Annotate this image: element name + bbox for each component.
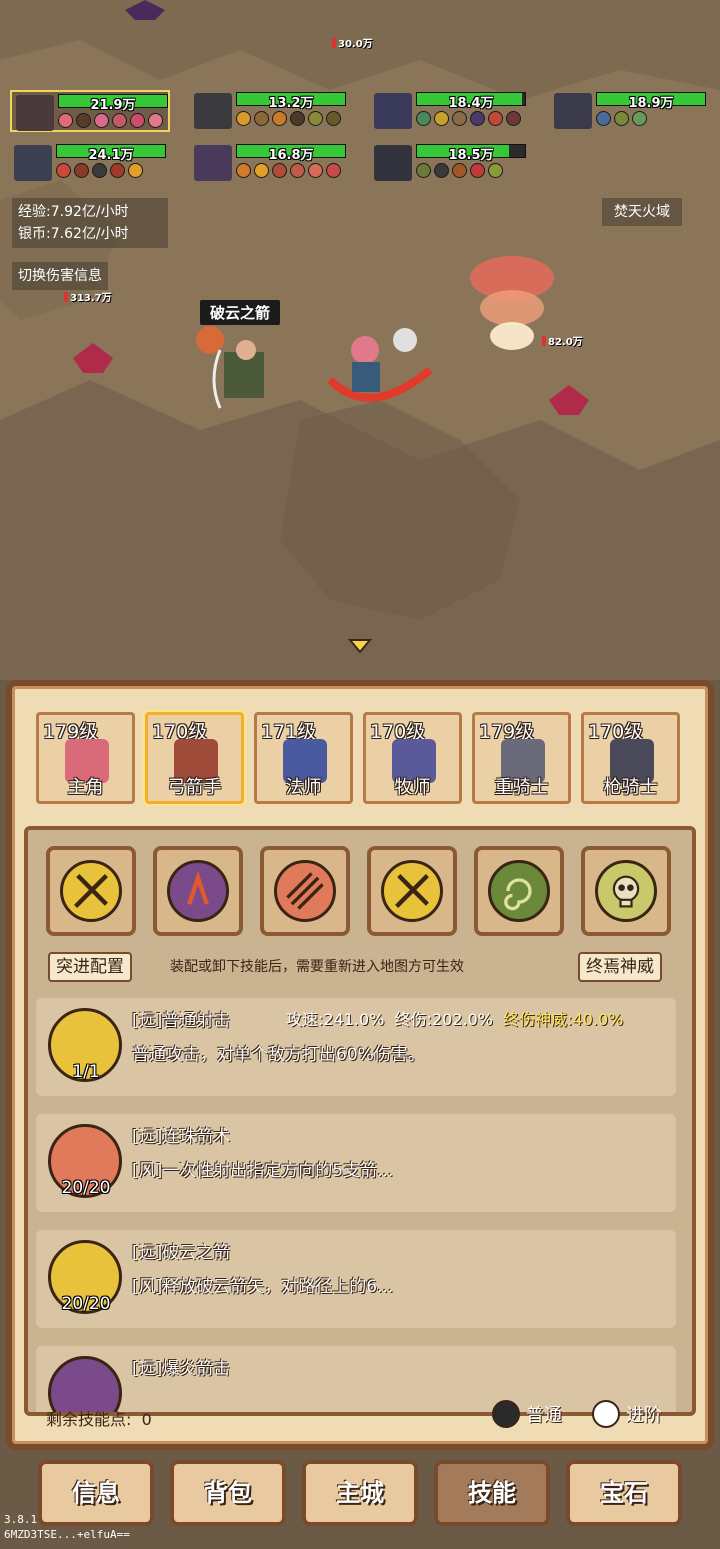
radio-selected-icon	[492, 1400, 520, 1428]
skill-list-item[interactable]: 20/20 [远]连珠箭术 [风]一次性射出指定方向的5支箭...	[36, 1114, 676, 1212]
hero-tab-archer[interactable]: 170级 弓箭手	[145, 712, 244, 804]
hp-bar: 21.9万	[58, 94, 168, 113]
damage-label: 313.7万	[64, 289, 112, 304]
hp-bar: 24.1万	[56, 144, 166, 163]
mode-normal-radio[interactable]: 普通	[492, 1400, 562, 1428]
bottom-nav: 信息 背包 主城 技能 宝石	[38, 1460, 682, 1526]
remaining-points: 0	[141, 1410, 152, 1429]
hero-tab-mage[interactable]: 171级 法师	[254, 712, 353, 804]
hp-bar: 18.4万	[416, 92, 526, 111]
ultimate-button[interactable]: 终焉神威	[578, 952, 662, 982]
crossed-arrows-icon	[381, 860, 443, 922]
radio-unselected-icon	[592, 1400, 620, 1428]
party-member-card[interactable]: 16.8万	[190, 142, 350, 184]
hero-tab-main[interactable]: 179级 主角	[36, 712, 135, 804]
skill-slot[interactable]	[153, 846, 243, 936]
skill-icons	[416, 163, 503, 178]
equipped-skill-slots	[46, 846, 671, 936]
toggle-damage-button[interactable]: 切换伤害信息	[12, 262, 108, 290]
party-member-card[interactable]: 18.5万	[370, 142, 530, 184]
hero-selector: 179级 主角 170级 弓箭手 171级 法师 170级 牧师 179级 重骑…	[36, 712, 686, 808]
tab-gems[interactable]: 宝石	[566, 1460, 682, 1526]
enemy-sprite	[125, 0, 165, 20]
skill-slot[interactable]	[581, 846, 671, 936]
skill-icons	[416, 111, 521, 126]
hero-portrait	[194, 93, 232, 129]
skill-slot[interactable]	[260, 846, 350, 936]
hero-tab-heavy-knight[interactable]: 179级 重骑士	[472, 712, 571, 804]
hp-bar: 18.9万	[596, 92, 706, 111]
skill-slot[interactable]	[367, 846, 457, 936]
tab-bag[interactable]: 背包	[170, 1460, 286, 1526]
skill-slot[interactable]	[46, 846, 136, 936]
silver-rate: 银币:7.62亿/小时	[18, 226, 129, 242]
hero-portrait	[16, 95, 54, 131]
skill-stats: 攻速:241.0% 终伤:202.0% 终伤神威:40.0%	[286, 1010, 624, 1029]
skill-icons	[596, 111, 647, 126]
skill-list-item[interactable]: 1/1 [远]普通射击 攻速:241.0% 终伤:202.0% 终伤神威:40.…	[36, 998, 676, 1096]
hp-bar: 18.5万	[416, 144, 526, 163]
hero-portrait	[14, 145, 52, 181]
skill-icons	[56, 163, 143, 178]
party-member-card[interactable]: 18.9万	[550, 90, 710, 132]
party-member-card[interactable]: 21.9万	[10, 90, 170, 132]
hero-tab-priest[interactable]: 170级 牧师	[363, 712, 462, 804]
skill-points-bar: 剩余技能点: 0 普通 进阶	[24, 1392, 696, 1440]
version-info: 3.8.1 6MZD3TSE...+elfuA==	[4, 1513, 130, 1541]
multi-arrow-icon	[274, 860, 336, 922]
hero-portrait	[374, 93, 412, 129]
crossed-arrows-icon	[60, 860, 122, 922]
skill-icons	[236, 111, 341, 126]
skill-area: 突进配置 装配或卸下技能后，需要重新进入地图方可生效 终焉神威 1/1 [远]普…	[24, 826, 696, 1416]
skill-icons	[236, 163, 341, 178]
archer-sprite	[196, 326, 264, 409]
enemy-sprite	[549, 385, 589, 415]
hp-bar: 16.8万	[236, 144, 346, 163]
hero-portrait	[374, 145, 412, 181]
mode-advanced-radio[interactable]: 进阶	[592, 1400, 662, 1428]
skill-list-item[interactable]: 20/20 [远]破云之箭 [风]释放破云箭矢，对路径上的6...	[36, 1230, 676, 1328]
party-member-card[interactable]: 18.4万	[370, 90, 530, 132]
enemy-sprite	[73, 343, 113, 373]
chevron-down-icon[interactable]	[348, 638, 372, 654]
hero-tab-lancer[interactable]: 170级 枪骑士	[581, 712, 680, 804]
hp-bar: 13.2万	[236, 92, 346, 111]
hero-sprite	[327, 328, 433, 402]
income-stats: 经验:7.92亿/小时 银币:7.62亿/小时	[12, 198, 168, 248]
damage-label: 30.0万	[332, 35, 373, 50]
battle-map[interactable]: 21.9万 13.2万 18.4万 18.9万 24.1万 16.8万 18.5…	[0, 0, 720, 680]
fire-tornado-effect	[470, 256, 554, 350]
hero-portrait	[194, 145, 232, 181]
skills-panel: 179级 主角 170级 弓箭手 171级 法师 170级 牧师 179级 重骑…	[0, 660, 720, 1549]
rush-config-button[interactable]: 突进配置	[48, 952, 132, 982]
hero-portrait	[554, 93, 592, 129]
fire-arrows-icon	[167, 860, 229, 922]
party-member-card[interactable]: 24.1万	[10, 142, 170, 184]
zone-name: 焚天火域	[602, 198, 682, 226]
skull-icon	[595, 860, 657, 922]
exp-rate: 经验:7.92亿/小时	[18, 204, 129, 220]
wind-spiral-icon	[488, 860, 550, 922]
equip-notice: 装配或卸下技能后，需要重新进入地图方可生效	[170, 959, 464, 975]
skill-icons	[58, 113, 163, 128]
party-member-card[interactable]: 13.2万	[190, 90, 350, 132]
tab-main-city[interactable]: 主城	[302, 1460, 418, 1526]
skill-slot[interactable]	[474, 846, 564, 936]
tab-skills[interactable]: 技能	[434, 1460, 550, 1526]
